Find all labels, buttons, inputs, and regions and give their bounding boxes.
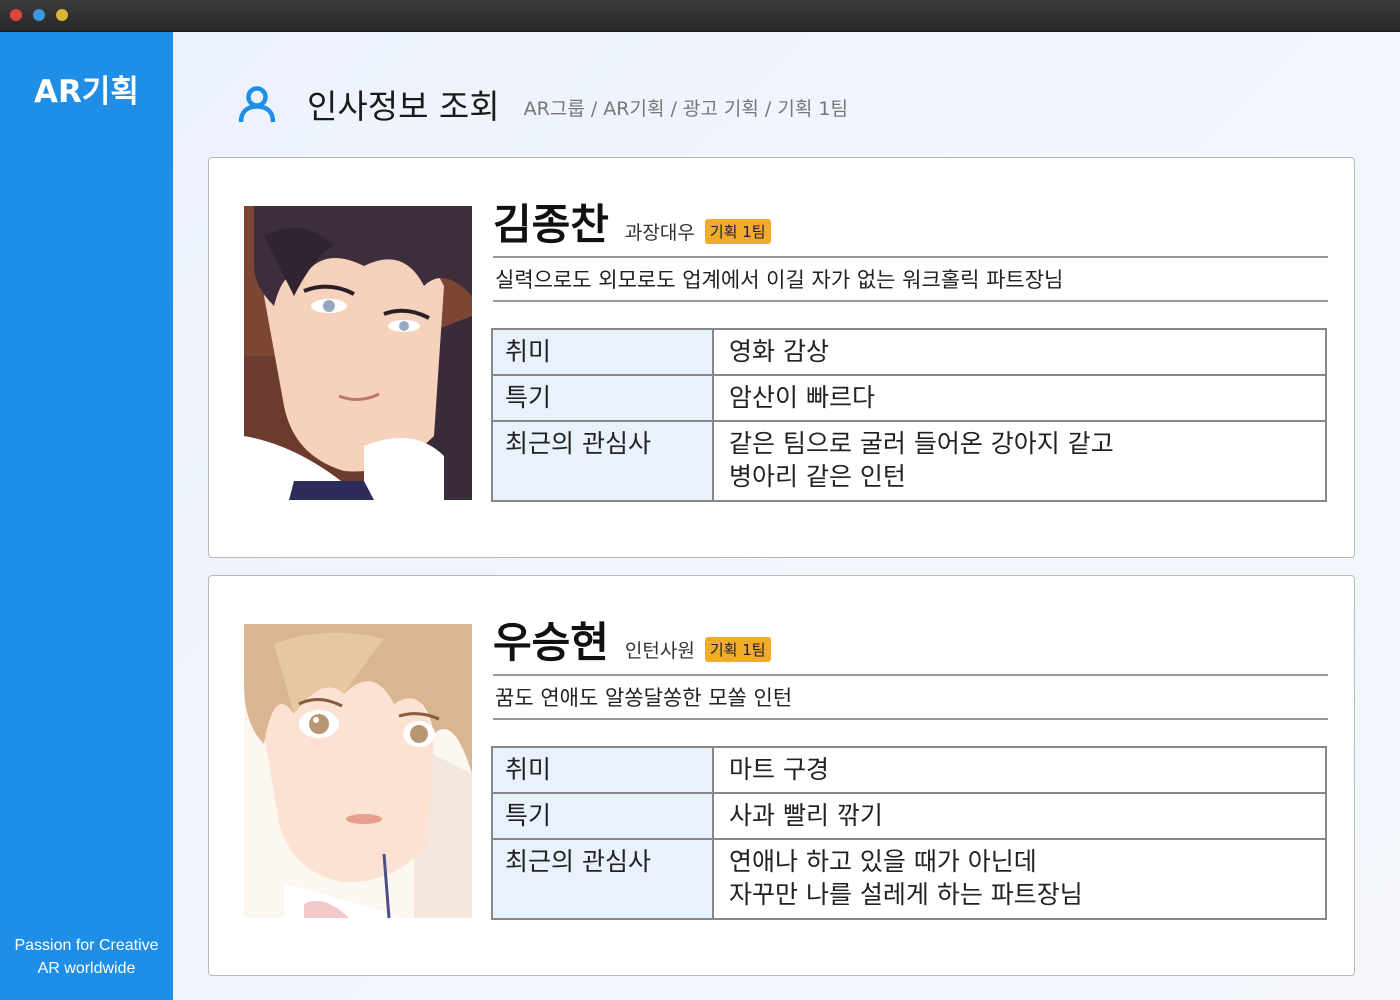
- employee-rank: 과장대우: [624, 222, 695, 244]
- employee-photo: [244, 624, 472, 918]
- employee-photo: [244, 206, 472, 500]
- window-titlebar: [0, 0, 1400, 32]
- employee-card: 김종찬 과장대우 기획 1팀 실력으로도 외모로도 업계에서 이길 자가 없는 …: [208, 157, 1355, 558]
- interest-label: 최근의 관심사: [491, 420, 714, 502]
- brand-logo[interactable]: AR기획: [0, 66, 173, 111]
- team-badge: 기획 1팀: [704, 637, 771, 662]
- skill-label: 특기: [491, 792, 714, 840]
- skill-label: 특기: [491, 374, 714, 422]
- hobby-value: 마트 구경: [712, 746, 1327, 794]
- skill-value: 사과 빨리 깎기: [712, 792, 1327, 840]
- page-header: 인사정보 조회 AR그룹 / AR기획 / 광고 기획 / 기획 1팀: [237, 82, 848, 126]
- interest-label: 최근의 관심사: [491, 838, 714, 920]
- team-badge: 기획 1팀: [704, 219, 771, 244]
- interest-line-2: 병아리 같은 인턴: [729, 462, 906, 491]
- hobby-label: 취미: [491, 746, 714, 794]
- employee-info-table: 취미 마트 구경 특기 사과 빨리 깎기 최근의 관심사 연애나 하고 있을 때…: [491, 746, 1327, 920]
- tagline: Passion for Creative AR worldwide: [0, 934, 173, 980]
- table-row: 특기 암산이 빠르다: [491, 374, 1327, 422]
- table-row: 최근의 관심사 연애나 하고 있을 때가 아닌데 자꾸만 나를 설레게 하는 파…: [491, 838, 1327, 920]
- employee-description: 꿈도 연애도 알쏭달쏭한 모쏠 인턴: [493, 677, 1328, 720]
- employee-description: 실력으로도 외모로도 업계에서 이길 자가 없는 워크홀릭 파트장님: [493, 259, 1328, 302]
- sidebar: AR기획 Passion for Creative AR worldwide: [0, 32, 173, 1000]
- hobby-label: 취미: [491, 328, 714, 376]
- hobby-value: 영화 감상: [712, 328, 1327, 376]
- interest-value: 같은 팀으로 굴러 들어온 강아지 같고 병아리 같은 인턴: [712, 420, 1327, 502]
- table-row: 특기 사과 빨리 깎기: [491, 792, 1327, 840]
- skill-value: 암산이 빠르다: [712, 374, 1327, 422]
- employee-name: 김종찬: [493, 200, 609, 249]
- table-row: 취미 영화 감상: [491, 328, 1327, 376]
- main-content: 인사정보 조회 AR그룹 / AR기획 / 광고 기획 / 기획 1팀 김종찬 …: [173, 32, 1400, 1000]
- minimize-window-button[interactable]: [33, 9, 45, 21]
- tagline-line-1: Passion for Creative: [14, 937, 159, 954]
- employee-name-row: 김종찬 과장대우 기획 1팀: [493, 198, 1328, 258]
- employee-card: 우승현 인턴사원 기획 1팀 꿈도 연애도 알쏭달쏭한 모쏠 인턴 취미 마트 …: [208, 575, 1355, 976]
- portrait-illustration: [244, 624, 472, 918]
- portrait-illustration: [244, 206, 472, 500]
- employee-rank: 인턴사원: [624, 640, 695, 662]
- table-row: 취미 마트 구경: [491, 746, 1327, 794]
- table-row: 최근의 관심사 같은 팀으로 굴러 들어온 강아지 같고 병아리 같은 인턴: [491, 420, 1327, 502]
- employee-name: 우승현: [493, 618, 609, 667]
- employee-info-table: 취미 영화 감상 특기 암산이 빠르다 최근의 관심사 같은 팀으로 굴러 들어…: [491, 328, 1327, 502]
- interest-line-1: 연애나 하고 있을 때가 아닌데: [729, 847, 1037, 876]
- breadcrumb[interactable]: AR그룹 / AR기획 / 광고 기획 / 기획 1팀: [524, 94, 848, 121]
- interest-line-2: 자꾸만 나를 설레게 하는 파트장님: [729, 880, 1083, 909]
- close-window-button[interactable]: [10, 9, 22, 21]
- interest-value: 연애나 하고 있을 때가 아닌데 자꾸만 나를 설레게 하는 파트장님: [712, 838, 1327, 920]
- tagline-line-2: AR worldwide: [37, 960, 136, 977]
- user-icon: [238, 86, 276, 123]
- maximize-window-button[interactable]: [56, 9, 68, 21]
- page-title: 인사정보 조회: [307, 87, 500, 126]
- interest-line-1: 같은 팀으로 굴러 들어온 강아지 같고: [729, 429, 1114, 458]
- employee-name-row: 우승현 인턴사원 기획 1팀: [493, 616, 1328, 676]
